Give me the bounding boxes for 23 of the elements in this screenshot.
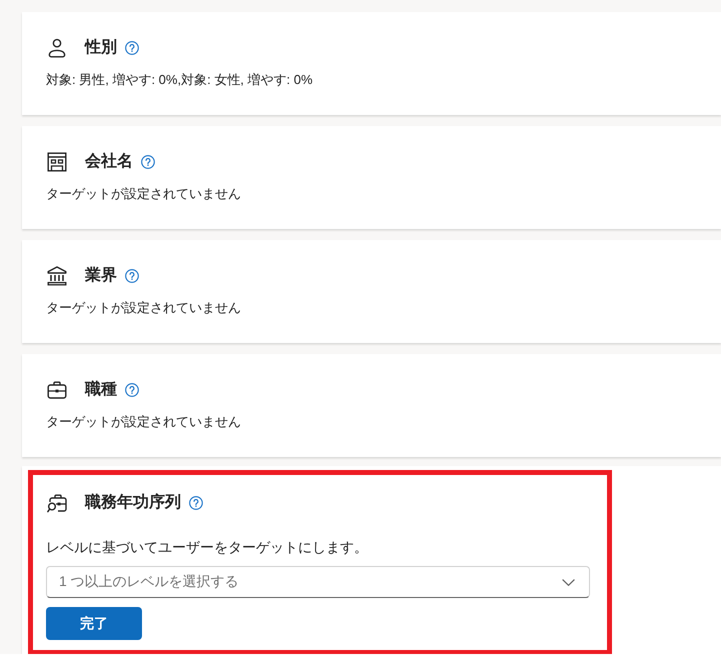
section-title: 業界: [85, 266, 117, 286]
section-description: レベルに基づいてユーザーをターゲットにします。: [46, 538, 369, 557]
help-icon[interactable]: [125, 41, 139, 55]
level-dropdown[interactable]: 1 つ以上のレベルを選択する: [46, 566, 590, 598]
section-title: 職務年功序列: [85, 492, 181, 513]
section-title: 会社名: [85, 152, 133, 172]
person-icon: [47, 38, 67, 58]
section-title: 職種: [85, 379, 117, 400]
done-button[interactable]: 完了: [46, 607, 142, 640]
section-title: 性別: [85, 38, 117, 58]
help-icon[interactable]: [125, 269, 139, 283]
chevron-down-icon: [562, 578, 575, 586]
briefcase-icon: [47, 380, 67, 400]
briefcase-magnifier-icon: [47, 493, 67, 513]
target-summary: ターゲットが設定されていません: [46, 299, 242, 317]
help-icon[interactable]: [141, 155, 155, 169]
target-summary: ターゲットが設定されていません: [46, 413, 242, 431]
building-icon: [47, 152, 67, 172]
help-icon[interactable]: [189, 496, 203, 510]
bank-icon: [47, 266, 67, 286]
target-summary: 対象: 男性, 増やす: 0%,対象: 女性, 増やす: 0%: [46, 71, 314, 89]
help-icon[interactable]: [125, 383, 139, 397]
target-summary: ターゲットが設定されていません: [46, 185, 242, 203]
